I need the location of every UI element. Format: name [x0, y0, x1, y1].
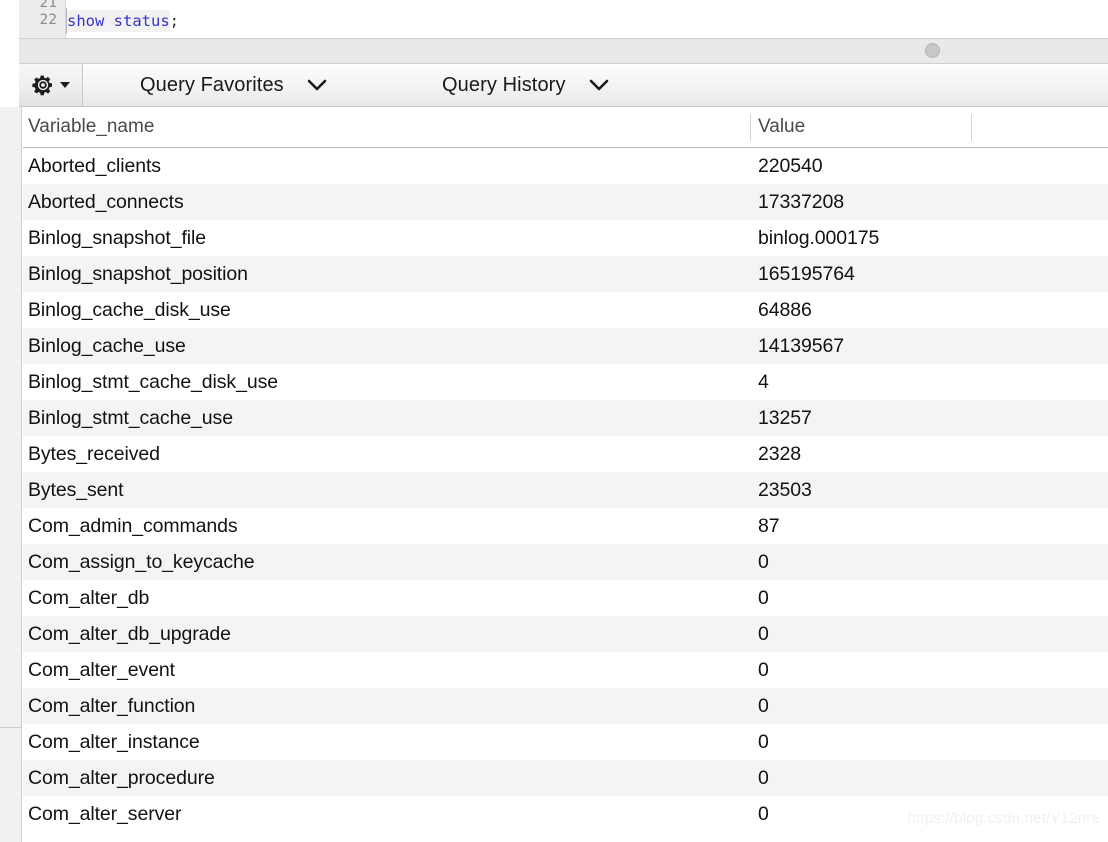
cell-variable-name[interactable]: Binlog_stmt_cache_use: [28, 400, 233, 436]
table-row[interactable]: Binlog_cache_disk_use 64886: [23, 292, 1108, 328]
sql-editor-strip[interactable]: 21 22 show status;: [0, 0, 1108, 38]
cell-value[interactable]: 23503: [758, 472, 812, 508]
cell-value[interactable]: 0: [758, 796, 769, 832]
cell-variable-name[interactable]: Binlog_cache_disk_use: [28, 292, 231, 328]
sql-statement-line[interactable]: show status;: [67, 10, 179, 34]
sql-terminator: ;: [169, 12, 179, 30]
cell-value[interactable]: 14139567: [758, 328, 844, 364]
column-resize-handle-1[interactable]: [750, 114, 751, 141]
cell-value[interactable]: 0: [758, 760, 769, 796]
grid-body: Aborted_clients 220540 Aborted_connects 173…: [23, 148, 1108, 832]
cell-variable-name[interactable]: Com_alter_db: [28, 580, 149, 616]
cell-variable-name[interactable]: Binlog_cache_use: [28, 328, 186, 364]
query-history-label: Query History: [442, 73, 566, 96]
table-row[interactable]: Aborted_clients 220540: [23, 148, 1108, 184]
cell-value[interactable]: 64886: [758, 292, 812, 328]
cell-variable-name[interactable]: Aborted_clients: [28, 148, 161, 184]
chevron-down-icon: [589, 79, 608, 91]
table-row[interactable]: Bytes_received 2328: [23, 436, 1108, 472]
cell-value[interactable]: 13257: [758, 400, 812, 436]
cell-variable-name[interactable]: Binlog_snapshot_position: [28, 256, 248, 292]
table-row[interactable]: Com_alter_server 0: [23, 796, 1108, 832]
result-grid: Variable_name Value Aborted_clients 22054…: [23, 107, 1108, 842]
cell-variable-name[interactable]: Com_alter_db_upgrade: [28, 616, 231, 652]
settings-menu-button[interactable]: [19, 64, 83, 106]
cell-variable-name[interactable]: Binlog_snapshot_file: [28, 220, 206, 256]
cell-value[interactable]: 4: [758, 364, 769, 400]
table-row[interactable]: Binlog_stmt_cache_use 13257: [23, 400, 1108, 436]
grid-header-row: Variable_name Value: [23, 107, 1108, 148]
cell-value[interactable]: 220540: [758, 148, 823, 184]
cell-variable-name[interactable]: Binlog_stmt_cache_disk_use: [28, 364, 278, 400]
cell-variable-name[interactable]: Com_alter_server: [28, 796, 181, 832]
panel-splitter[interactable]: [19, 38, 1108, 64]
result-grid-container: Variable_name Value Aborted_clients 22054…: [0, 107, 1108, 842]
line-number-21: 21: [39, 0, 57, 11]
cell-value[interactable]: 0: [758, 724, 769, 760]
table-row[interactable]: Binlog_cache_use 14139567: [23, 328, 1108, 364]
table-row[interactable]: Bytes_sent 23503: [23, 472, 1108, 508]
table-row[interactable]: Aborted_connects 17337208: [23, 184, 1108, 220]
cell-variable-name[interactable]: Aborted_connects: [28, 184, 184, 220]
table-row[interactable]: Binlog_snapshot_file binlog.000175: [23, 220, 1108, 256]
cell-value[interactable]: 2328: [758, 436, 801, 472]
column-resize-handle-2[interactable]: [971, 114, 972, 141]
cell-variable-name[interactable]: Com_assign_to_keycache: [28, 544, 255, 580]
result-toolbar: Query Favorites Query History: [19, 64, 1108, 107]
chevron-down-icon: [60, 82, 70, 88]
chevron-down-icon: [307, 79, 327, 91]
query-favorites-label: Query Favorites: [140, 73, 284, 96]
table-row[interactable]: Com_assign_to_keycache 0: [23, 544, 1108, 580]
cell-variable-name[interactable]: Com_alter_event: [28, 652, 175, 688]
table-row[interactable]: Com_alter_db 0: [23, 580, 1108, 616]
cell-value[interactable]: 17337208: [758, 184, 844, 220]
table-row[interactable]: Binlog_stmt_cache_disk_use 4: [23, 364, 1108, 400]
row-selector-gutter[interactable]: [0, 107, 22, 842]
cell-value[interactable]: 0: [758, 616, 769, 652]
line-number-22: 22: [39, 12, 57, 28]
cell-value[interactable]: 165195764: [758, 256, 855, 292]
table-row[interactable]: Binlog_snapshot_position 165195764: [23, 256, 1108, 292]
query-favorites-menu[interactable]: Query Favorites: [134, 64, 334, 106]
table-row[interactable]: Com_admin_commands 87: [23, 508, 1108, 544]
line-number-gutter: 21 22: [19, 0, 66, 38]
table-row[interactable]: Com_alter_function 0: [23, 688, 1108, 724]
cell-variable-name[interactable]: Com_alter_procedure: [28, 760, 215, 796]
cell-value[interactable]: 0: [758, 544, 769, 580]
column-header-value[interactable]: Value: [758, 107, 805, 147]
cell-value[interactable]: 0: [758, 580, 769, 616]
cell-variable-name[interactable]: Com_admin_commands: [28, 508, 238, 544]
cell-variable-name[interactable]: Bytes_sent: [28, 472, 124, 508]
sql-keyword: show status: [67, 12, 170, 30]
cell-variable-name[interactable]: Com_alter_instance: [28, 724, 200, 760]
splitter-grip-handle[interactable]: [925, 43, 940, 58]
cell-value[interactable]: binlog.000175: [758, 220, 879, 256]
splitter-left-padding: [0, 38, 19, 64]
query-history-menu[interactable]: Query History: [436, 64, 616, 106]
gutter-divider: [0, 727, 22, 728]
table-row[interactable]: Com_alter_instance 0: [23, 724, 1108, 760]
toolbar-left-padding: [0, 64, 19, 107]
table-row[interactable]: Com_alter_procedure 0: [23, 760, 1108, 796]
table-row[interactable]: Com_alter_db_upgrade 0: [23, 616, 1108, 652]
column-header-variable-name[interactable]: Variable_name: [28, 107, 154, 147]
table-row[interactable]: Com_alter_event 0: [23, 652, 1108, 688]
cell-value[interactable]: 0: [758, 688, 769, 724]
cell-variable-name[interactable]: Com_alter_function: [28, 688, 195, 724]
cell-variable-name[interactable]: Bytes_received: [28, 436, 160, 472]
cell-value[interactable]: 0: [758, 652, 769, 688]
mysql-workbench-result-panel: 21 22 show status; Query Favorites Query…: [0, 0, 1108, 842]
gear-icon: [32, 75, 52, 96]
cell-value[interactable]: 87: [758, 508, 780, 544]
